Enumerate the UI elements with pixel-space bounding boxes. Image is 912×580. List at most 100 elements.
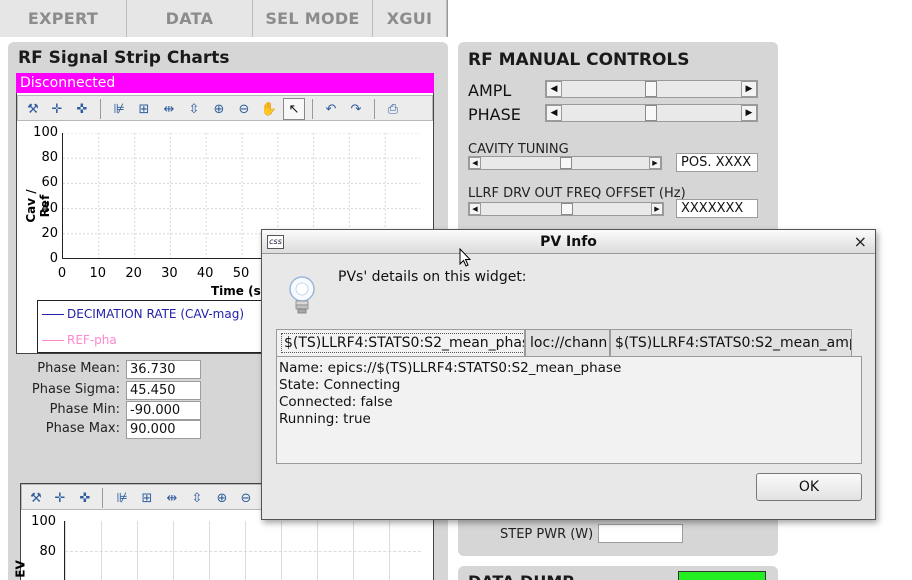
x-tick-label: 10 xyxy=(89,266,107,281)
phase-mean-label: Phase Mean: xyxy=(37,361,120,376)
y-tick-label: 80 xyxy=(41,150,58,166)
autoscale-icon[interactable]: ⊞ xyxy=(136,487,158,509)
y-tick-label: 0 xyxy=(49,251,58,266)
stagger-icon[interactable]: ⊯ xyxy=(108,98,130,120)
phase-label: PHASE xyxy=(468,105,521,124)
undo-icon[interactable]: ↶ xyxy=(320,98,342,120)
x-tick-label: 40 xyxy=(196,266,214,281)
legend-entry: REF-pha xyxy=(42,333,117,347)
add-annotation-icon[interactable]: ✛ xyxy=(49,487,71,509)
horizontal-zoom-icon[interactable]: ⇹ xyxy=(161,487,183,509)
ampl-slider[interactable]: ◀ ▶ xyxy=(545,80,758,98)
mouse-cursor-icon xyxy=(459,248,471,267)
cavity-tuning-label: CAVITY TUNING xyxy=(468,142,569,157)
x-tick-label: 50 xyxy=(232,266,250,281)
legend-label: REF-pha xyxy=(67,333,117,347)
tab-pv-mean-ampl[interactable]: $(TS)LLRF4:STATS0:S2_mean_ampl xyxy=(610,329,852,356)
snapshot-icon[interactable]: ⎙ xyxy=(382,98,404,120)
freq-offset-thumb[interactable] xyxy=(561,203,573,215)
strip-charts-title: RF Signal Strip Charts xyxy=(18,48,230,68)
pv-running: Running: true xyxy=(279,411,371,427)
configure-icon[interactable]: ⚒ xyxy=(22,98,44,120)
phase-max-value: 90.000 xyxy=(126,420,201,439)
pv-details-panel: Name: epics://$(TS)LLRF4:STATS0:S2_mean_… xyxy=(276,356,862,464)
pan-icon[interactable]: ✋ xyxy=(258,98,280,120)
ampl-label: AMPL xyxy=(468,81,512,100)
configure-icon[interactable]: ⚒ xyxy=(25,487,47,509)
second-plot-area xyxy=(64,521,421,580)
zoom-in-icon[interactable]: ⊕ xyxy=(208,98,230,120)
y-tick-label: 60 xyxy=(41,175,58,191)
tab-pv-loc-chann[interactable]: loc://chann xyxy=(525,329,610,356)
manual-controls-title: RF MANUAL CONTROLS xyxy=(468,50,690,70)
pv-name: Name: epics://$(TS)LLRF4:STATS0:S2_mean_… xyxy=(279,360,622,376)
phase-slider-thumb[interactable] xyxy=(645,105,657,121)
top-tab-bar: EXPERT DATA BUFFER SEL MODE XGUI xyxy=(0,0,448,65)
zoom-in-icon[interactable]: ⊕ xyxy=(211,487,233,509)
slider-right-arrow-icon[interactable]: ▶ xyxy=(741,105,757,121)
tab-xgui[interactable]: XGUI xyxy=(373,0,447,37)
dialog-titlebar: css PV Info × xyxy=(262,230,875,254)
data-dump-status-indicator[interactable] xyxy=(678,571,766,580)
pv-state: State: Connecting xyxy=(279,377,401,393)
plot-toolbar: ⚒ ✛ ✜ ⊯ ⊞ ⇹ ⇳ ⊕ ⊖ ✋ ↖ ↶ ↷ ⎙ xyxy=(17,95,433,121)
slider-right-arrow-icon[interactable]: ▶ xyxy=(651,203,663,215)
freq-offset-label: LLRF DRV OUT FREQ OFFSET (Hz) xyxy=(468,186,686,201)
freq-offset-slider[interactable]: ◀ ▶ xyxy=(468,202,664,216)
phase-max-label: Phase Max: xyxy=(45,421,120,436)
dialog-title: PV Info xyxy=(540,234,597,250)
step-pwr-label: STEP PWR (W) xyxy=(500,527,594,542)
legend-entry: DECIMATION RATE (CAV-mag) xyxy=(42,307,244,321)
y-tick-label: 20 xyxy=(41,225,58,241)
phase-min-value: -90.000 xyxy=(126,401,201,420)
slider-right-arrow-icon[interactable]: ▶ xyxy=(741,81,757,97)
info-lightbulb-icon xyxy=(284,274,320,318)
vertical-zoom-icon[interactable]: ⇳ xyxy=(186,487,208,509)
slider-left-arrow-icon[interactable]: ◀ xyxy=(469,157,481,169)
tab-pv-mean-phase[interactable]: $(TS)LLRF4:STATS0:S2_mean_phase xyxy=(276,329,525,357)
phase-min-label: Phase Min: xyxy=(49,402,120,417)
cavity-tuning-position: POS. XXXX xyxy=(676,153,758,172)
pv-connected: Connected: false xyxy=(279,394,393,410)
freq-offset-value[interactable]: XXXXXXX xyxy=(676,199,758,218)
horizontal-zoom-icon[interactable]: ⇹ xyxy=(158,98,180,120)
data-dump-title: DATA DUMP xyxy=(468,572,574,580)
slider-left-arrow-icon[interactable]: ◀ xyxy=(546,105,562,121)
connection-status-bar: Disconnected xyxy=(16,73,434,93)
cavity-tuning-thumb[interactable] xyxy=(560,157,572,169)
slider-left-arrow-icon[interactable]: ◀ xyxy=(469,203,481,215)
y-tick-label: 100 xyxy=(31,514,56,529)
x-tick-label: 30 xyxy=(161,266,178,281)
zoom-out-icon[interactable]: ⊖ xyxy=(233,98,255,120)
cavity-tuning-slider[interactable]: ◀ ▶ xyxy=(468,156,662,170)
y-tick-label: 40 xyxy=(41,200,58,216)
remove-annotation-icon[interactable]: ✜ xyxy=(71,98,93,120)
tab-sel-mode[interactable]: SEL MODE xyxy=(253,0,373,37)
autoscale-icon[interactable]: ⊞ xyxy=(133,98,155,120)
pv-info-dialog: css PV Info × PVs' details on this widge… xyxy=(261,229,876,520)
slider-right-arrow-icon[interactable]: ▶ xyxy=(649,157,661,169)
close-icon[interactable]: × xyxy=(854,232,867,251)
tab-label: $(TS)LLRF4:STATS0:S2_mean_phase xyxy=(281,333,524,353)
vertical-zoom-icon[interactable]: ⇳ xyxy=(183,98,205,120)
phase-mean-value: 36.730 xyxy=(126,360,201,379)
x-tick-label: 20 xyxy=(125,266,142,281)
second-y-axis-title: EV xyxy=(13,560,28,578)
zoom-out-icon[interactable]: ⊖ xyxy=(235,487,257,509)
redo-icon[interactable]: ↷ xyxy=(345,98,367,120)
add-annotation-icon[interactable]: ✛ xyxy=(46,98,68,120)
legend-swatch xyxy=(42,313,64,315)
stagger-icon[interactable]: ⊯ xyxy=(111,487,133,509)
tab-expert[interactable]: EXPERT xyxy=(0,0,127,37)
remove-annotation-icon[interactable]: ✜ xyxy=(74,487,96,509)
dialog-message: PVs' details on this widget: xyxy=(338,269,527,285)
phase-slider[interactable]: ◀ ▶ xyxy=(545,104,758,122)
tab-data-buffer[interactable]: DATA BUFFER xyxy=(127,0,253,65)
ampl-slider-thumb[interactable] xyxy=(645,81,657,97)
phase-sigma-value: 45.450 xyxy=(126,381,201,400)
step-pwr-input[interactable] xyxy=(598,524,683,543)
legend-swatch xyxy=(42,339,64,341)
ok-button[interactable]: OK xyxy=(756,473,862,501)
pointer-icon[interactable]: ↖ xyxy=(283,98,305,120)
slider-left-arrow-icon[interactable]: ◀ xyxy=(546,81,562,97)
